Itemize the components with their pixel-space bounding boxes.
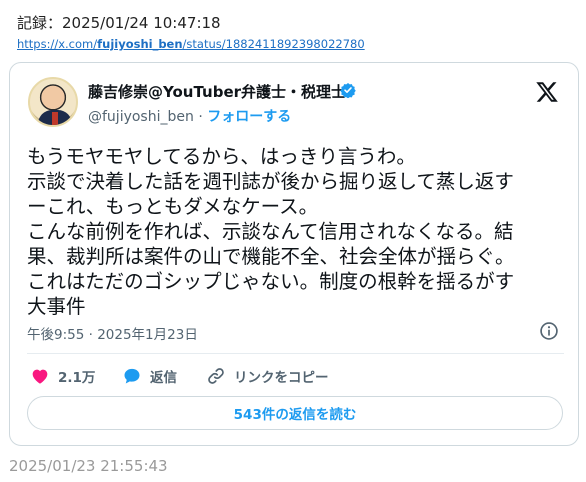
- divider: [27, 353, 564, 354]
- tweet-text-line: もうモヤモヤしてるから、はっきり言うわ。: [27, 145, 416, 168]
- reply-bubble-icon: [124, 368, 140, 384]
- record-url-link[interactable]: https://x.com/fujiyoshi_ben/status/18824…: [17, 37, 365, 51]
- avatar-tie: [52, 112, 58, 125]
- footer-date: 2025/01/23 21:55:43: [9, 457, 168, 475]
- tweet-text-line: 大事件: [27, 295, 86, 318]
- tweet-text-line: こんな前例を作れば、示談なんて信用されなくなる。結: [27, 220, 514, 243]
- read-replies-label: 543件の返信を読む: [233, 407, 357, 423]
- info-icon[interactable]: [539, 321, 559, 341]
- record-header: 記録：2025/01/24 10:47:18: [17, 14, 221, 32]
- like-button[interactable]: 2.1万: [30, 365, 95, 387]
- reply-button[interactable]: 返信: [122, 365, 177, 387]
- tweet-text: もうモヤモヤしてるから、はっきり言うわ。 示談で決着した話を週刊誌が後から掘り返…: [27, 144, 572, 319]
- link-icon: [208, 368, 224, 384]
- handle-line: @fujiyoshi_ben · フォローする: [88, 106, 291, 126]
- reply-label: 返信: [150, 370, 177, 386]
- verified-badge-icon: [340, 83, 356, 98]
- tweet-card: 藤吉修崇@YouTuber弁護士・税理士 @fujiyoshi_ben · フォ…: [9, 62, 579, 446]
- like-count: 2.1万: [58, 370, 96, 386]
- tweet-text-line: ーこれ、もっともダメなケース。: [27, 195, 319, 218]
- author-name[interactable]: 藤吉修崇@YouTuber弁護士・税理士: [88, 81, 346, 102]
- record-url-user: fujiyoshi_ben: [97, 37, 183, 51]
- heart-icon: [32, 369, 48, 384]
- record-url-suffix: /status/1882411892398022780: [182, 37, 365, 51]
- tweet-timestamp[interactable]: 午後9:55 · 2025年1月23日: [27, 323, 198, 343]
- copy-link-label: リンクをコピー: [234, 370, 329, 386]
- author-handle[interactable]: @fujiyoshi_ben: [88, 109, 194, 125]
- read-replies-button[interactable]: 543件の返信を読む: [27, 396, 563, 430]
- follow-button[interactable]: フォローする: [207, 109, 291, 125]
- tweet-text-line: これはただのゴシップじゃない。制度の根幹を揺るがす: [27, 270, 515, 293]
- avatar[interactable]: [28, 77, 78, 127]
- x-logo-icon[interactable]: [535, 80, 559, 104]
- tweet-text-line: 示談で決着した話を週刊誌が後から掘り返して蒸し返す: [27, 170, 514, 193]
- copy-link-button[interactable]: リンクをコピー: [206, 365, 329, 387]
- tweet-text-line: 果、裁判所は案件の山で機能不全、社会全体が揺らぐ。: [27, 245, 515, 268]
- record-url-prefix: https://x.com/: [17, 37, 98, 51]
- handle-separator: ·: [193, 109, 208, 125]
